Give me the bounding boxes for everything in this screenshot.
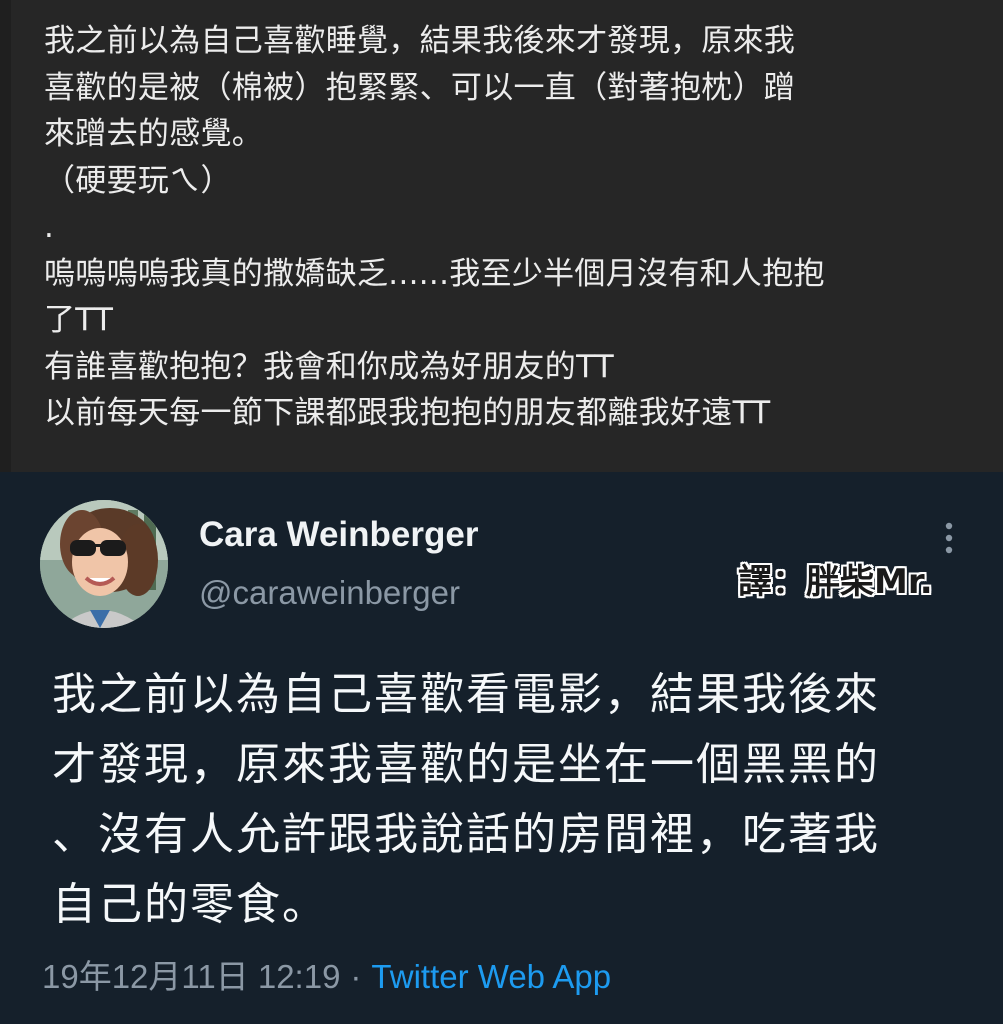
top-post-line: 嗚嗚嗚嗚我真的撒嬌缺乏......我至少半個月沒有和人抱抱 <box>44 255 825 292</box>
top-post-panel: 我之前以為自己喜歡睡覺，結果我後來才發現，原來我 喜歡的是被（棉被）抱緊緊、可以… <box>11 0 1003 472</box>
left-edge-strip <box>0 0 11 472</box>
translator-watermark: 譯：胖柴Mr. <box>738 562 933 602</box>
tweet-timestamp[interactable]: 19年12月11日 12:19 <box>42 958 340 995</box>
top-post-line: . <box>44 209 55 245</box>
top-post-line: （硬要玩ㄟ） <box>44 162 232 199</box>
tweet-text: 我之前以為自己喜歡看電影，結果我後來 才發現，原來我喜歡的是坐在一個黑黑的 、沒… <box>52 660 972 940</box>
more-vertical-icon[interactable] <box>932 518 966 558</box>
top-post-line: 以前每天每一節下課都跟我抱抱的朋友都離我好遠TT <box>44 395 771 431</box>
tweet-source-link[interactable]: Twitter Web App <box>371 958 611 995</box>
tweet-text-line: 自己的零食。 <box>52 879 328 930</box>
display-name[interactable]: Cara Weinberger <box>199 514 478 556</box>
avatar[interactable] <box>40 500 168 628</box>
top-post-line: 來蹭去的感覺。 <box>44 116 264 152</box>
top-post-line: 我之前以為自己喜歡睡覺，結果我後來才發現，原來我 <box>44 23 796 59</box>
top-post-line: 了TT <box>44 302 114 338</box>
user-handle[interactable]: @caraweinberger <box>199 573 460 613</box>
meta-separator: · <box>350 958 362 995</box>
tweet-text-line: 、沒有人允許跟我說話的房間裡，吃著我 <box>52 809 880 860</box>
tweet-text-line: 我之前以為自己喜歡看電影，結果我後來 <box>52 669 880 720</box>
tweet-meta: 19年12月11日 12:19 · Twitter Web App <box>42 956 611 998</box>
top-post-line: 有誰喜歡抱抱？我會和你成為好朋友的TT <box>44 348 615 385</box>
top-post-line: 喜歡的是被（棉被）抱緊緊、可以一直（對著抱枕）蹭 <box>44 69 796 106</box>
profile-photo-icon <box>40 500 168 628</box>
top-post-text: 我之前以為自己喜歡睡覺，結果我後來才發現，原來我 喜歡的是被（棉被）抱緊緊、可以… <box>44 18 964 437</box>
tweet-text-line: 才發現，原來我喜歡的是坐在一個黑黑的 <box>52 739 880 790</box>
